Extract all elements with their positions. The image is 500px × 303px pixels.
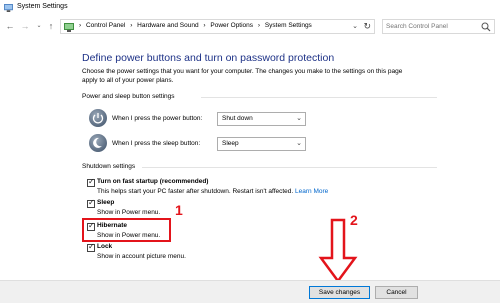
- divider: [142, 167, 437, 168]
- search-icon[interactable]: [481, 22, 491, 32]
- lock-checkbox[interactable]: ✓: [87, 242, 95, 252]
- lock-option-label[interactable]: Lock: [97, 243, 112, 250]
- control-panel-icon: [4, 4, 13, 12]
- search-input[interactable]: [386, 21, 480, 32]
- divider: [201, 97, 437, 98]
- check-icon: ✓: [88, 177, 95, 186]
- fast-startup-description-text: This helps start your PC faster after sh…: [97, 188, 294, 195]
- back-arrow-icon[interactable]: ←: [4, 20, 16, 32]
- address-field[interactable]: › Control Panel › Hardware and Sound › P…: [60, 19, 375, 34]
- up-arrow-icon[interactable]: ↑: [45, 20, 57, 32]
- breadcrumb: › Control Panel › Hardware and Sound › P…: [79, 22, 315, 29]
- fast-startup-description: This helps start your PC faster after sh…: [97, 188, 328, 195]
- control-panel-icon: [64, 23, 74, 32]
- fast-startup-checkbox[interactable]: ✓: [87, 177, 95, 187]
- power-button-action-select[interactable]: Shut down ⌄: [217, 112, 306, 126]
- breadcrumb-power-options[interactable]: Power Options: [210, 22, 253, 29]
- forward-arrow-icon[interactable]: →: [19, 20, 31, 32]
- sleep-button-action-select[interactable]: Sleep ⌄: [217, 137, 306, 151]
- breadcrumb-separator[interactable]: ›: [79, 22, 81, 29]
- breadcrumb-separator[interactable]: ›: [130, 22, 132, 29]
- learn-more-link[interactable]: Learn More: [295, 188, 328, 195]
- address-dropdown-icon[interactable]: ⌄: [352, 22, 358, 30]
- title-bar: System Settings: [0, 0, 500, 16]
- down-arrow-annotation-icon: [318, 218, 358, 284]
- refresh-icon[interactable]: ↻: [363, 21, 371, 32]
- breadcrumb-separator[interactable]: ›: [258, 22, 260, 29]
- shutdown-settings-group-label: Shutdown settings: [82, 163, 136, 170]
- annotation-number-1: 1: [175, 202, 183, 218]
- sleep-moon-icon: [89, 134, 107, 152]
- fast-startup-label[interactable]: Turn on fast startup (recommended): [97, 178, 208, 185]
- page-description: Choose the power settings that you want …: [82, 68, 403, 84]
- navigation-bar: ← → ⌄ ↑ › Control Panel › Hardware and S…: [0, 18, 500, 36]
- sleep-option-description: Show in Power menu.: [97, 209, 161, 216]
- window-title: System Settings: [17, 3, 68, 10]
- power-settings-group-label: Power and sleep button settings: [82, 93, 175, 100]
- power-button-label: When I press the power button:: [112, 115, 203, 122]
- cancel-button[interactable]: Cancel: [375, 286, 418, 299]
- breadcrumb-system-settings[interactable]: System Settings: [265, 22, 312, 29]
- sleep-button-label: When I press the sleep button:: [112, 140, 201, 147]
- search-box: [382, 19, 495, 34]
- sleep-button-action-value: Sleep: [222, 140, 239, 147]
- hibernate-highlight-box: [82, 218, 171, 242]
- check-icon: ✓: [88, 198, 95, 207]
- sleep-checkbox[interactable]: ✓: [87, 198, 95, 208]
- lock-option-description: Show in account picture menu.: [97, 253, 186, 260]
- power-button-icon: [89, 109, 107, 127]
- footer-bar: Save changes Cancel: [0, 280, 500, 303]
- chevron-down-icon: ⌄: [296, 140, 302, 147]
- power-button-action-value: Shut down: [222, 115, 253, 122]
- chevron-down-icon: ⌄: [296, 115, 302, 122]
- check-icon: ✓: [88, 242, 95, 251]
- page-title: Define power buttons and turn on passwor…: [82, 52, 335, 64]
- sleep-option-label[interactable]: Sleep: [97, 199, 114, 206]
- save-changes-button[interactable]: Save changes: [309, 286, 370, 299]
- breadcrumb-control-panel[interactable]: Control Panel: [86, 22, 125, 29]
- recent-dropdown-icon[interactable]: ⌄: [33, 20, 45, 32]
- breadcrumb-separator[interactable]: ›: [203, 22, 205, 29]
- breadcrumb-hardware-and-sound[interactable]: Hardware and Sound: [137, 22, 198, 29]
